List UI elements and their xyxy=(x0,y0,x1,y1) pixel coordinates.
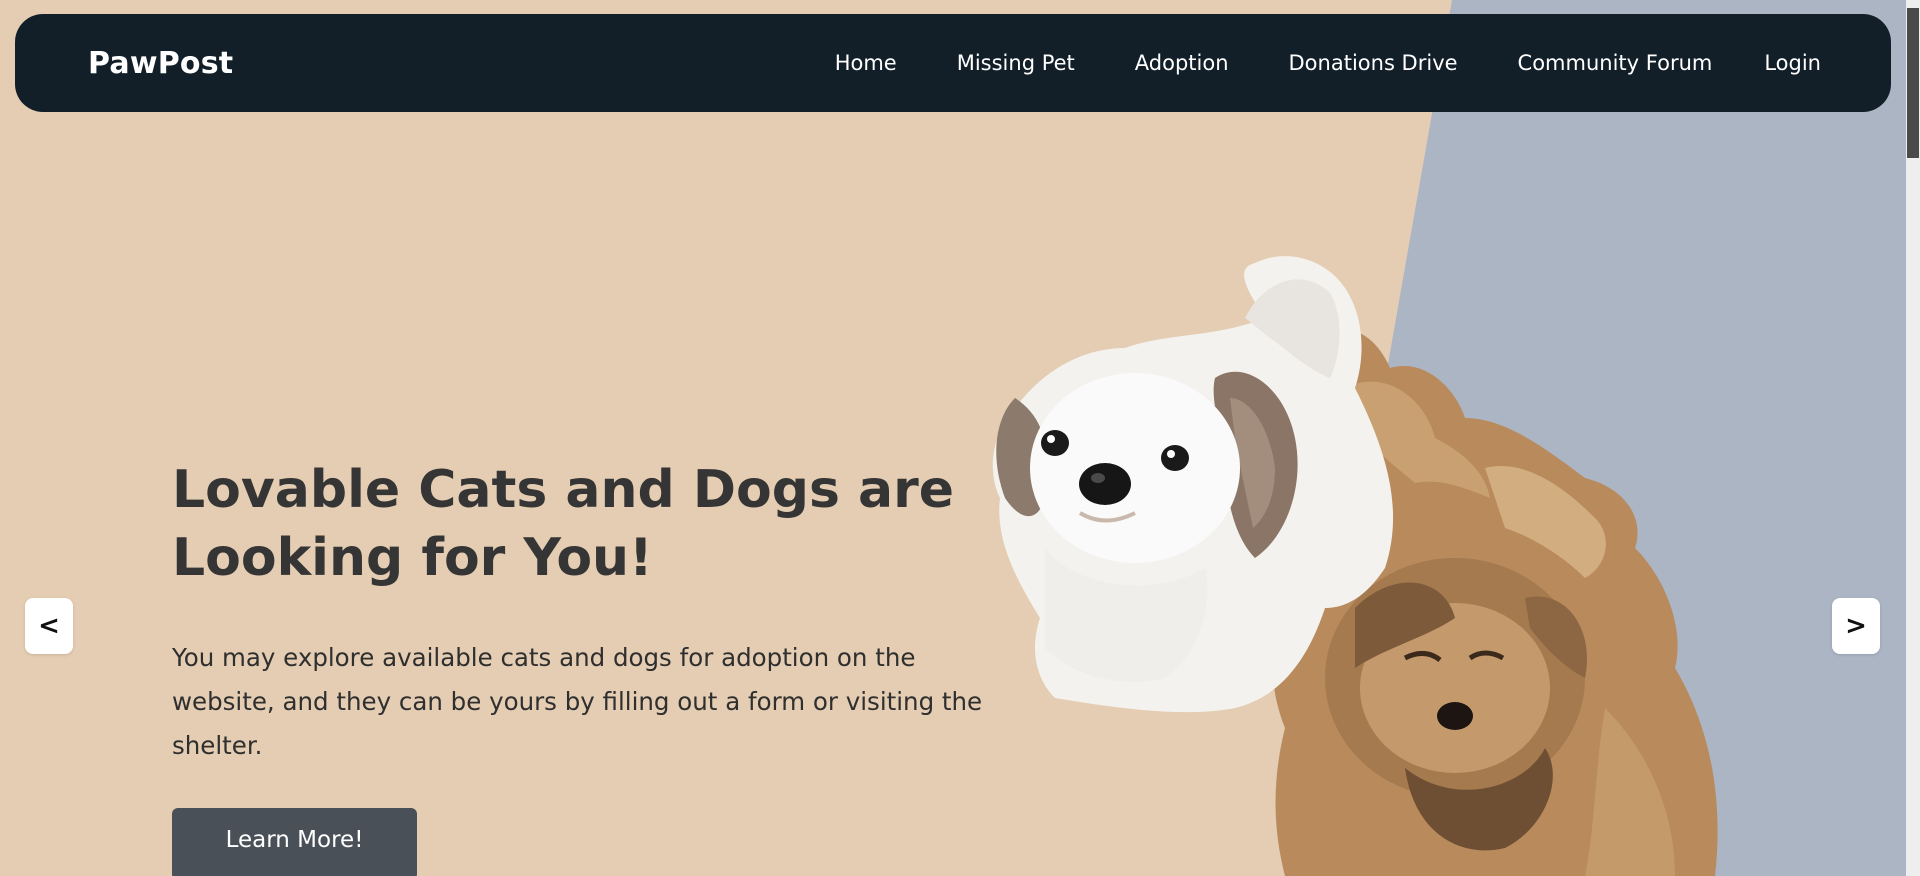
hero-description: You may explore available cats and dogs … xyxy=(172,643,983,760)
page-scrollbar[interactable] xyxy=(1906,0,1920,876)
nav-links: Home Missing Pet Adoption Donations Driv… xyxy=(835,51,1821,75)
hero-title-line-2: Looking for You! xyxy=(172,528,653,588)
nav-missing-pet[interactable]: Missing Pet xyxy=(957,51,1075,75)
scrollbar-thumb[interactable] xyxy=(1907,8,1919,158)
learn-more-button[interactable]: Learn More! xyxy=(172,808,417,876)
nav-donations-drive[interactable]: Donations Drive xyxy=(1289,51,1458,75)
top-navbar: PawPost Home Missing Pet Adoption Donati… xyxy=(15,14,1891,112)
hero-title-line-1: Lovable Cats and Dogs are xyxy=(172,460,955,520)
nav-adoption[interactable]: Adoption xyxy=(1135,51,1229,75)
brand-logo[interactable]: PawPost xyxy=(88,46,233,81)
nav-login[interactable]: Login xyxy=(1764,51,1821,75)
carousel-next-button[interactable]: > xyxy=(1832,598,1880,654)
hero-title: Lovable Cats and Dogs are Looking for Yo… xyxy=(172,456,1002,592)
nav-home[interactable]: Home xyxy=(835,51,897,75)
hero-text-block: Lovable Cats and Dogs are Looking for Yo… xyxy=(172,456,1002,768)
nav-community-forum[interactable]: Community Forum xyxy=(1518,51,1713,75)
carousel-prev-button[interactable]: < xyxy=(25,598,73,654)
page: PawPost Home Missing Pet Adoption Donati… xyxy=(0,0,1920,876)
dogs-hero-image xyxy=(992,256,1718,876)
